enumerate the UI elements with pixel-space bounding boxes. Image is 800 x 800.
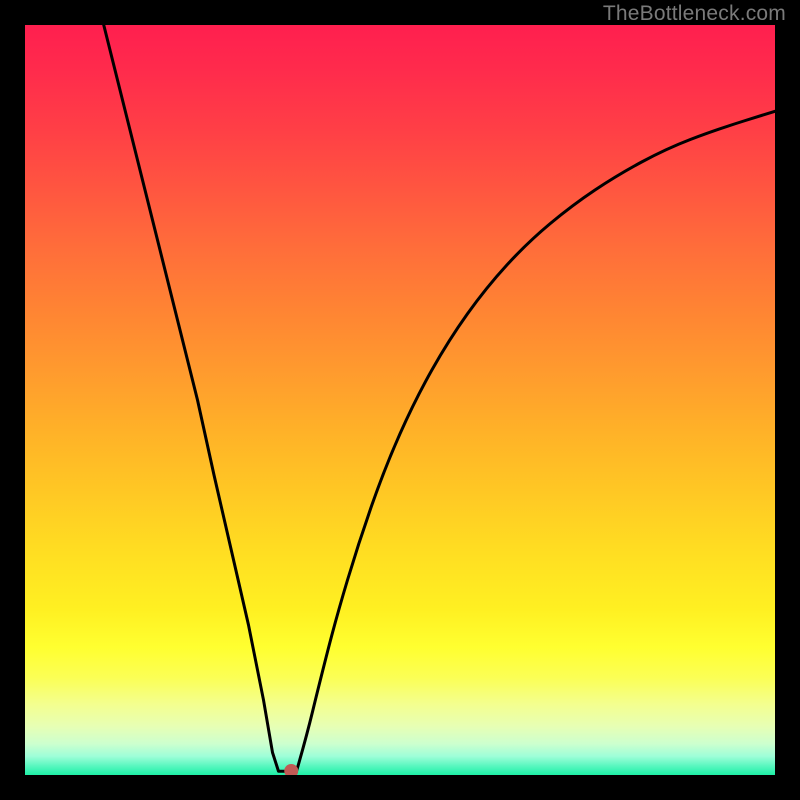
bottleneck-curve [104,25,775,771]
plot-area [25,25,775,775]
chart-frame: TheBottleneck.com [0,0,800,800]
optimum-marker [284,764,298,775]
watermark-text: TheBottleneck.com [603,2,786,26]
curve-layer [25,25,775,775]
